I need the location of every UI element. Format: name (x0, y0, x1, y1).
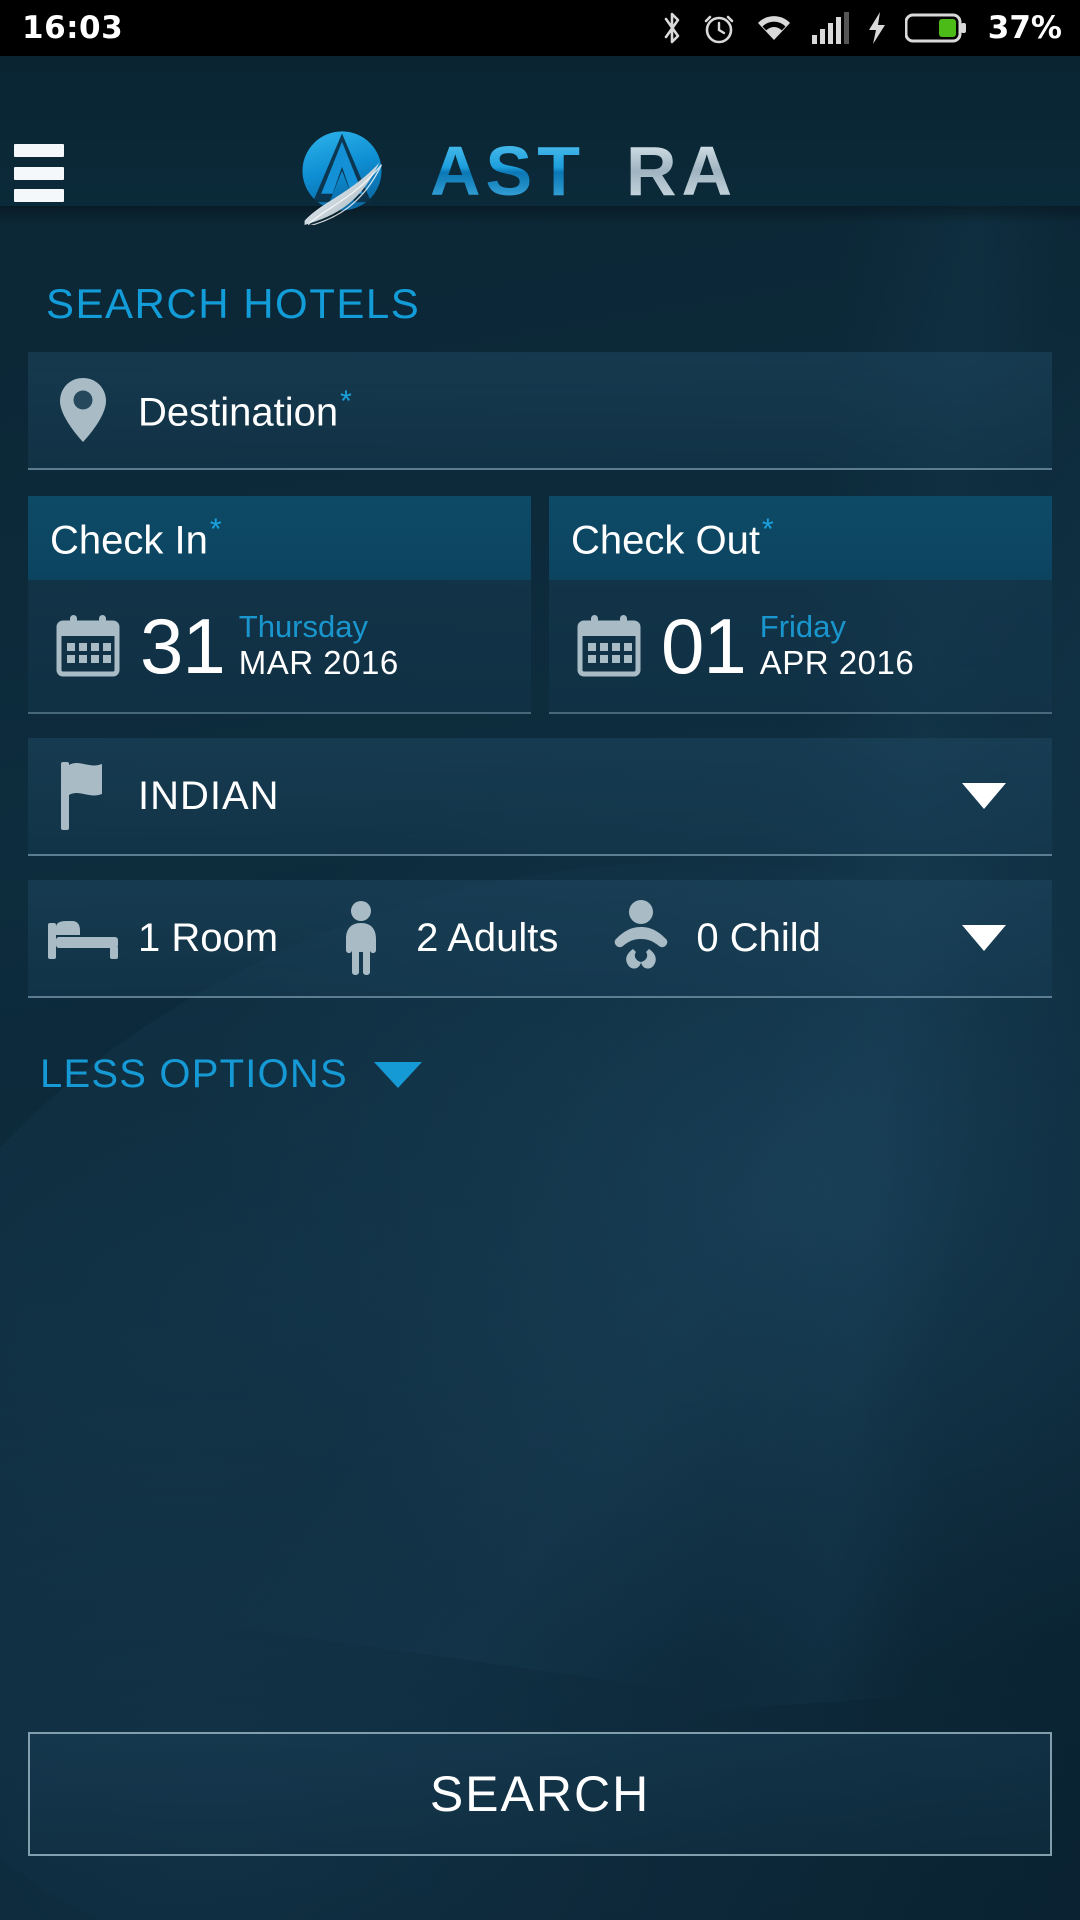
alarm-icon (704, 15, 734, 44)
map-pin-icon (28, 376, 138, 444)
baby-icon (586, 899, 696, 977)
app-header: AST RA (0, 56, 1080, 225)
nationality-field[interactable]: INDIAN (28, 738, 1052, 856)
nationality-value: INDIAN (138, 773, 280, 818)
dates-row: Check In* 31 Thursday MAR 2016 Check Out… (28, 496, 1052, 714)
check-in-date-text: Thursday MAR 2016 (238, 609, 399, 682)
signal-icon (811, 12, 849, 44)
status-bar: 16:03 37% (0, 0, 1080, 56)
options-toggle-label: LESS OPTIONS (40, 1052, 348, 1096)
required-asterisk: * (209, 512, 222, 546)
battery-icon (904, 13, 966, 43)
hamburger-menu-icon[interactable] (14, 144, 64, 202)
page-title: SEARCH HOTELS (46, 280, 421, 327)
rooms-value: 1 Room (138, 915, 279, 960)
flag-icon (28, 760, 138, 832)
hamburger-bar (14, 166, 64, 180)
hamburger-bar (14, 189, 64, 202)
app-screen: 16:03 37% AST RA SEARCH HOTELS Destinati… (0, 0, 1080, 1920)
chevron-down-icon[interactable] (962, 925, 1006, 951)
search-button-label: SEARCH (429, 1766, 651, 1822)
check-out-value: 01 Friday APR 2016 (549, 580, 1052, 712)
destination-label: Destination* (138, 384, 352, 435)
status-clock: 16:03 (22, 10, 124, 46)
check-in-value: 31 Thursday MAR 2016 (28, 580, 531, 712)
astra-logo-icon (302, 131, 383, 225)
check-in-field[interactable]: Check In* 31 Thursday MAR 2016 (28, 496, 531, 714)
destination-field[interactable]: Destination* (28, 352, 1052, 470)
check-in-label: Check In* (50, 512, 222, 563)
check-out-day: 01 (661, 601, 747, 690)
check-out-header: Check Out* (549, 496, 1052, 580)
chevron-down-icon (373, 1061, 422, 1088)
bed-icon (28, 915, 138, 961)
wifi-icon (757, 16, 790, 40)
required-asterisk: * (340, 384, 352, 418)
children-value: 0 Child (696, 915, 821, 960)
svg-text:AST: AST (430, 138, 585, 208)
hamburger-bar (14, 144, 64, 157)
check-out-month-year: APR 2016 (759, 643, 915, 681)
adult-person-icon (306, 900, 416, 976)
check-out-label: Check Out* (571, 512, 774, 563)
astra-wordmark: AST RA (430, 138, 737, 208)
check-out-weekday: Friday (759, 609, 846, 645)
check-out-field[interactable]: Check Out* 01 Friday APR 2016 (549, 496, 1052, 714)
occupancy-field[interactable]: 1 Room 2 Adults 0 Child (28, 880, 1052, 998)
check-in-month-year: MAR 2016 (238, 643, 399, 681)
calendar-icon (46, 614, 130, 678)
bluetooth-icon (664, 12, 680, 44)
chevron-down-icon[interactable] (962, 783, 1006, 809)
adults-segment[interactable]: 2 Adults (306, 900, 558, 976)
status-icon-tray: 37% (660, 10, 1062, 46)
rooms-segment[interactable]: 1 Room (28, 915, 278, 961)
main-content: SEARCH HOTELS Destination* Check In* 31 … (0, 224, 1080, 1097)
check-in-header: Check In* (28, 496, 531, 580)
children-segment[interactable]: 0 Child (586, 899, 821, 977)
calendar-icon (567, 614, 651, 678)
astra-logo[interactable]: AST RA (290, 118, 790, 228)
check-in-weekday: Thursday (238, 609, 368, 645)
charging-icon (868, 12, 885, 44)
battery-percentage: 37% (987, 10, 1062, 46)
adults-value: 2 Adults (416, 915, 559, 960)
required-asterisk: * (761, 512, 774, 546)
check-out-date-text: Friday APR 2016 (759, 609, 915, 682)
options-toggle[interactable]: LESS OPTIONS (40, 1052, 1080, 1097)
search-button[interactable]: SEARCH (28, 1732, 1052, 1856)
check-in-day: 31 (140, 601, 226, 690)
svg-text:RA: RA (626, 138, 737, 208)
